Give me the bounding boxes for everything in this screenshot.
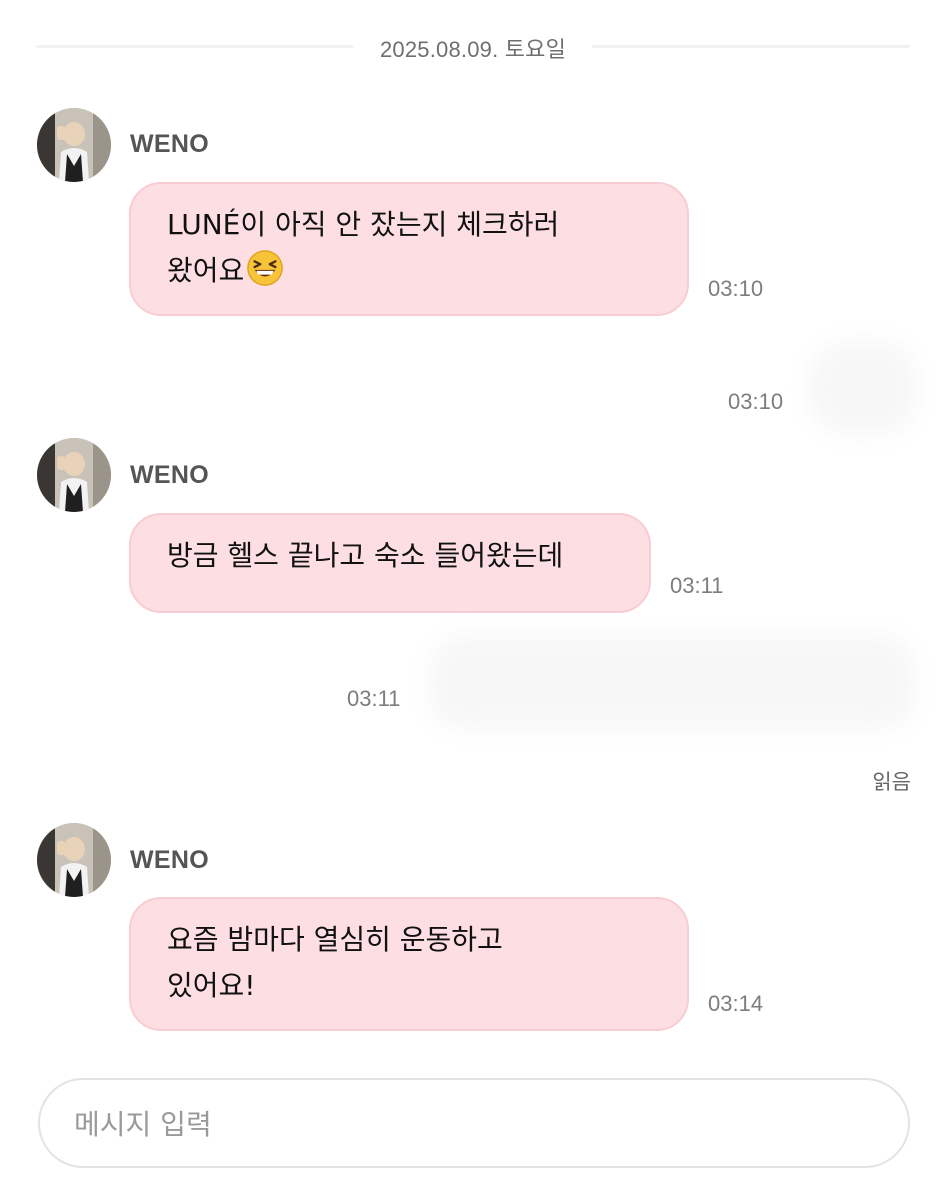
date-label: 2025.08.09. 토요일	[379, 37, 567, 62]
message-line: 방금 헬스 끝나고 숙소 들어왔는데	[167, 539, 564, 572]
message-time: 03:10	[708, 276, 764, 301]
outgoing-message-bubble[interactable]	[808, 340, 918, 436]
message-bubble[interactable]: 요즘 밤마다 열심히 운동하고 있어요!	[129, 897, 689, 1031]
message-time: 03:11	[670, 573, 724, 598]
date-divider-right	[592, 45, 910, 48]
date-separator: 2025.08.09. 토요일	[36, 26, 910, 66]
read-receipt: 읽음	[872, 770, 911, 794]
message-line: LUNÉ이 아직 안 잤는지 체크하러	[167, 208, 560, 241]
message-time: 03:14	[708, 991, 764, 1016]
message-bubble[interactable]: 방금 헬스 끝나고 숙소 들어왔는데	[129, 513, 651, 613]
message-line: 있어요!	[167, 969, 256, 1002]
sender-name: WENO	[130, 461, 209, 489]
avatar[interactable]	[37, 823, 111, 897]
message-bubble[interactable]: LUNÉ이 아직 안 잤는지 체크하러 왔어요	[129, 182, 689, 316]
message-line-text: 왔어요	[167, 254, 245, 287]
avatar[interactable]	[37, 108, 111, 182]
laughing-emoji-icon	[247, 250, 284, 286]
outgoing-message-bubble[interactable]	[428, 634, 916, 730]
sender-name: WENO	[130, 130, 209, 158]
avatar[interactable]	[37, 438, 111, 512]
message-input[interactable]	[74, 1102, 874, 1146]
chat-screen: 2025.08.09. 토요일 WENO LUNÉ이 아직 안 잤는지 체크하러…	[0, 0, 948, 1200]
message-line-with-emoji: 왔어요	[167, 248, 651, 294]
outgoing-message-time: 03:10	[728, 389, 784, 414]
message-composer[interactable]	[38, 1078, 910, 1168]
message-line: 요즘 밤마다 열심히 운동하고	[167, 923, 503, 956]
outgoing-message-time: 03:11	[347, 686, 401, 711]
sender-name: WENO	[130, 846, 209, 874]
